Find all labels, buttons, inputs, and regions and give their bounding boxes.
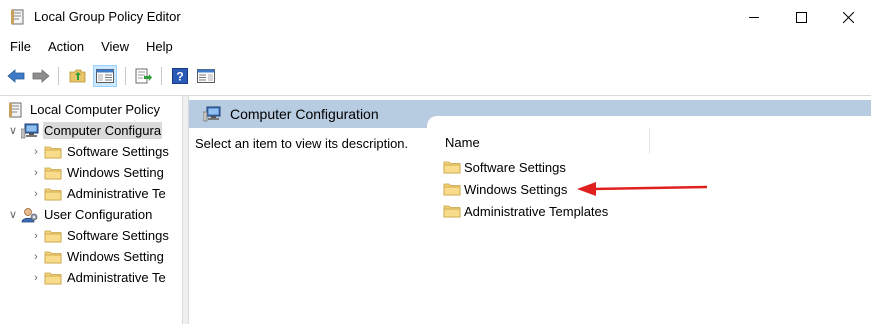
- forward-button[interactable]: [29, 65, 53, 87]
- tree-item-label: Software Settings: [67, 228, 169, 243]
- tree-item-label: Local Computer Policy: [30, 102, 161, 117]
- chevron-right-icon[interactable]: ›: [29, 272, 43, 284]
- show-hide-console-tree-button[interactable]: [93, 65, 117, 87]
- tree-item-software-settings[interactable]: › Software Settings: [29, 141, 170, 162]
- chevron-down-icon[interactable]: ∨: [6, 124, 20, 137]
- help-button[interactable]: ?: [168, 65, 192, 87]
- maximize-button[interactable]: [778, 0, 824, 34]
- tree-item-administrative-templates[interactable]: › Administrative Te: [29, 183, 167, 204]
- console-tree: Local Computer Policy ∨ Computer Configu…: [0, 96, 183, 324]
- tree-item-label: Administrative Te: [67, 270, 166, 285]
- folder-icon: [43, 249, 63, 265]
- folder-icon: [442, 181, 462, 197]
- minimize-button[interactable]: [731, 0, 777, 34]
- tree-item-label: Administrative Te: [67, 186, 166, 201]
- chevron-right-icon[interactable]: ›: [29, 251, 43, 263]
- tree-item-windows-settings[interactable]: › Windows Setting: [29, 246, 165, 267]
- tree-item-label: Windows Setting: [67, 165, 164, 180]
- title-bar: Local Group Policy Editor: [0, 0, 871, 34]
- show-action-pane-button[interactable]: [194, 65, 218, 87]
- tree-item-local-computer-policy[interactable]: Local Computer Policy: [6, 99, 161, 120]
- details-header-title: Computer Configuration: [230, 106, 379, 122]
- list-item-label: Windows Settings: [464, 181, 568, 197]
- item-list: Name Software Settings Windows Settings …: [427, 116, 871, 324]
- chevron-down-icon[interactable]: ∨: [6, 208, 20, 221]
- policy-document-icon: [6, 102, 26, 118]
- menu-file[interactable]: File: [0, 36, 38, 58]
- description-text: Select an item to view its description.: [195, 136, 409, 151]
- export-list-button[interactable]: [132, 65, 156, 87]
- toolbar-separator: [58, 67, 59, 85]
- list-item-windows-settings[interactable]: Windows Settings: [442, 179, 567, 199]
- chevron-right-icon[interactable]: ›: [29, 188, 43, 200]
- menu-action[interactable]: Action: [38, 36, 91, 58]
- list-item-administrative-templates[interactable]: Administrative Templates: [442, 201, 608, 221]
- tree-item-label: Windows Setting: [67, 249, 164, 264]
- tree-item-computer-configuration[interactable]: ∨ Computer Configura: [6, 120, 163, 141]
- list-item-software-settings[interactable]: Software Settings: [442, 157, 566, 177]
- toolbar: ?: [0, 63, 871, 89]
- list-item-label: Administrative Templates: [464, 203, 609, 219]
- chevron-right-icon[interactable]: ›: [29, 230, 43, 242]
- user-icon: [20, 207, 40, 223]
- menu-help[interactable]: Help: [136, 36, 180, 58]
- computer-icon: [202, 106, 221, 125]
- folder-icon: [43, 186, 63, 202]
- column-divider[interactable]: [649, 128, 650, 154]
- toolbar-separator: [125, 67, 126, 85]
- svg-text:?: ?: [176, 70, 183, 84]
- column-header-name[interactable]: Name: [445, 135, 480, 150]
- folder-icon: [43, 228, 63, 244]
- window-title: Local Group Policy Editor: [34, 9, 181, 24]
- tree-item-label: Computer Configura: [43, 122, 163, 139]
- tree-item-administrative-templates[interactable]: › Administrative Te: [29, 267, 167, 288]
- chevron-right-icon[interactable]: ›: [29, 167, 43, 179]
- tree-item-software-settings[interactable]: › Software Settings: [29, 225, 170, 246]
- tree-item-user-configuration[interactable]: ∨ User Configuration: [6, 204, 153, 225]
- policy-editor-icon: [10, 9, 26, 28]
- tree-item-windows-settings[interactable]: › Windows Setting: [29, 162, 165, 183]
- folder-icon: [43, 165, 63, 181]
- chevron-right-icon[interactable]: ›: [29, 146, 43, 158]
- menu-view[interactable]: View: [91, 36, 136, 58]
- folder-icon: [442, 159, 462, 175]
- menu-bar: File Action View Help: [0, 36, 180, 58]
- folder-icon: [43, 270, 63, 286]
- details-pane: Computer Configuration Select an item to…: [189, 96, 871, 324]
- folder-icon: [43, 144, 63, 160]
- list-item-label: Software Settings: [464, 159, 566, 175]
- back-button[interactable]: [4, 65, 28, 87]
- toolbar-separator: [161, 67, 162, 85]
- computer-icon: [20, 123, 40, 139]
- close-button[interactable]: [825, 0, 871, 34]
- tree-item-label: Software Settings: [67, 144, 169, 159]
- tree-item-label: User Configuration: [44, 207, 153, 222]
- folder-icon: [442, 203, 462, 219]
- up-folder-button[interactable]: [66, 65, 90, 87]
